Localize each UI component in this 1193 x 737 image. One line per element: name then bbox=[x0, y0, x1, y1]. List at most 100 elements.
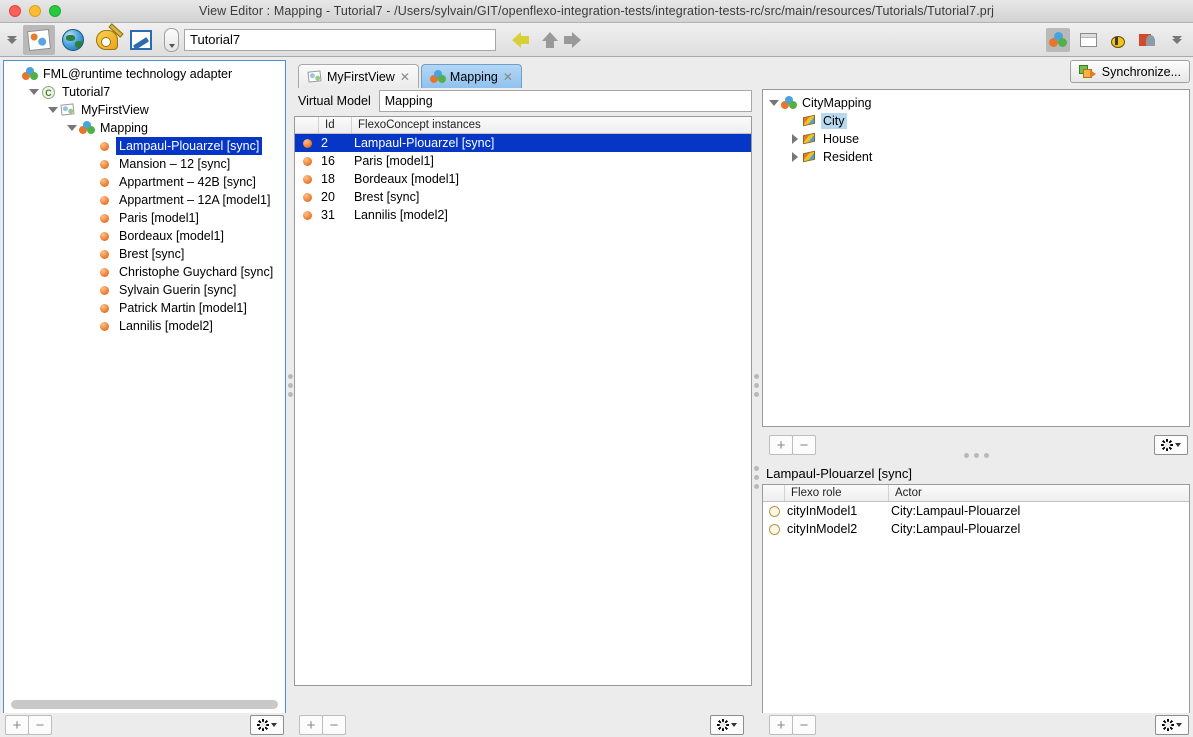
twisty-none-icon[interactable] bbox=[84, 319, 98, 333]
twisty-none-icon[interactable] bbox=[84, 229, 98, 243]
tree-node[interactable]: C Tutorial7 bbox=[8, 83, 285, 101]
table-row[interactable]: 20 Brest [sync] bbox=[295, 188, 751, 206]
twisty-none-icon[interactable] bbox=[8, 67, 22, 81]
tab-myfirstview[interactable]: MyFirstView ✕ bbox=[298, 64, 419, 88]
tree-node-label: Lampaul-Plouarzel [sync] bbox=[115, 137, 263, 155]
flexo-role-table[interactable]: Flexo role Actor cityInModel1 City:Lampau… bbox=[762, 484, 1190, 714]
rb-remove-button[interactable]: − bbox=[792, 715, 816, 735]
chevrons-down-icon-right[interactable] bbox=[1167, 27, 1187, 53]
virtual-model-field[interactable]: Mapping bbox=[378, 90, 752, 112]
twisty-none-icon[interactable] bbox=[84, 283, 98, 297]
twisty-down-icon[interactable] bbox=[65, 121, 79, 135]
rb-add-button[interactable]: + bbox=[769, 715, 793, 735]
table-row[interactable]: 18 Bordeaux [model1] bbox=[295, 170, 751, 188]
rb-settings-button[interactable] bbox=[1155, 715, 1189, 735]
twisty-right-icon[interactable] bbox=[788, 132, 802, 146]
chevrons-down-icon[interactable] bbox=[2, 27, 22, 53]
palette-icon[interactable] bbox=[91, 25, 123, 55]
table-row[interactable]: 2 Lampaul-Plouarzel [sync] bbox=[295, 134, 751, 152]
twisty-none-icon[interactable] bbox=[84, 211, 98, 225]
twisty-none-icon[interactable] bbox=[84, 193, 98, 207]
tree-node[interactable]: Lampaul-Plouarzel [sync] bbox=[8, 137, 285, 155]
tree-node[interactable]: Brest [sync] bbox=[8, 245, 285, 263]
column-header-id[interactable]: Id bbox=[319, 117, 352, 133]
diagram-icon[interactable] bbox=[125, 25, 157, 55]
main-content: FML@runtime technology adapter C Tutorial7… bbox=[0, 57, 1193, 737]
column-header-actor[interactable]: Actor bbox=[889, 485, 1189, 501]
tree-node[interactable]: Resident bbox=[767, 148, 1189, 166]
center-add-button[interactable]: + bbox=[299, 715, 323, 735]
tree-node[interactable]: City bbox=[767, 112, 1189, 130]
twisty-none-icon[interactable] bbox=[788, 114, 802, 128]
table-row[interactable]: 31 Lannilis [model2] bbox=[295, 206, 751, 224]
left-settings-button[interactable] bbox=[250, 715, 284, 735]
tree-node[interactable]: Mapping bbox=[8, 119, 285, 137]
center-settings-button[interactable] bbox=[710, 715, 744, 735]
tree-node[interactable]: FML@runtime technology adapter bbox=[8, 65, 285, 83]
cell-id: 16 bbox=[321, 154, 335, 168]
twisty-none-icon[interactable] bbox=[84, 139, 98, 153]
table-row[interactable]: 16 Paris [model1] bbox=[295, 152, 751, 170]
tree-node-label: Resident bbox=[823, 150, 873, 164]
tree-node[interactable]: CityMapping bbox=[767, 94, 1189, 112]
twisty-down-icon[interactable] bbox=[767, 96, 781, 110]
toolbar-right-group bbox=[1045, 27, 1193, 53]
tab-close-icon[interactable]: ✕ bbox=[503, 70, 513, 84]
center-remove-button[interactable]: − bbox=[322, 715, 346, 735]
tree-node[interactable]: Sylvain Guerin [sync] bbox=[8, 281, 285, 299]
twisty-none-icon[interactable] bbox=[84, 301, 98, 315]
tree-node[interactable]: Bordeaux [model1] bbox=[8, 227, 285, 245]
bee-icon[interactable] bbox=[1106, 28, 1130, 52]
instance-icon bbox=[98, 319, 114, 333]
dropdown-icon[interactable] bbox=[164, 27, 179, 52]
tree-node[interactable]: Patrick Martin [model1] bbox=[8, 299, 285, 317]
twisty-none-icon[interactable] bbox=[84, 265, 98, 279]
tree-node-label: Mansion – 12 [sync] bbox=[119, 157, 231, 171]
role-table-row[interactable]: cityInModel1 City:Lampaul-Plouarzel bbox=[763, 502, 1189, 520]
column-header-instances[interactable]: FlexoConcept instances bbox=[352, 117, 751, 133]
twisty-down-icon[interactable] bbox=[27, 85, 41, 99]
left-remove-button[interactable]: − bbox=[28, 715, 52, 735]
view-editor-icon[interactable] bbox=[23, 24, 55, 55]
tree-node[interactable]: Appartment – 12A [model1] bbox=[8, 191, 285, 209]
chevron-down-icon bbox=[731, 723, 737, 727]
twisty-none-icon[interactable] bbox=[84, 247, 98, 261]
window-icon[interactable] bbox=[1076, 28, 1100, 52]
right-bottom-splitter[interactable] bbox=[752, 457, 761, 497]
tree-node[interactable]: Lannilis [model2] bbox=[8, 317, 285, 335]
globe-icon[interactable] bbox=[57, 25, 89, 55]
tree-node-label: Christophe Guychard [sync] bbox=[119, 265, 274, 279]
tree-node[interactable]: Mansion – 12 [sync] bbox=[8, 155, 285, 173]
citymapping-tree[interactable]: CityMapping City House Resident bbox=[763, 90, 1189, 166]
tab-close-icon[interactable]: ✕ bbox=[400, 70, 410, 84]
citymapping-tree-box[interactable]: CityMapping City House Resident bbox=[762, 89, 1190, 427]
tree-node[interactable]: Paris [model1] bbox=[8, 209, 285, 227]
twisty-none-icon[interactable] bbox=[84, 175, 98, 189]
tree-node[interactable]: Christophe Guychard [sync] bbox=[8, 263, 285, 281]
twisty-down-icon[interactable] bbox=[46, 103, 60, 117]
twisty-right-icon[interactable] bbox=[788, 150, 802, 164]
synchronize-button[interactable]: Synchronize... bbox=[1069, 60, 1190, 83]
right-splitter[interactable] bbox=[752, 57, 761, 714]
twisty-none-icon[interactable] bbox=[84, 157, 98, 171]
user-icon[interactable] bbox=[1136, 28, 1160, 52]
tree-node[interactable]: House bbox=[767, 130, 1189, 148]
left-tree-hscroll-thumb[interactable] bbox=[11, 700, 278, 709]
project-tree[interactable]: FML@runtime technology adapter C Tutorial7… bbox=[4, 61, 285, 335]
instance-icon bbox=[98, 265, 114, 279]
back-arrow-icon[interactable] bbox=[512, 31, 530, 48]
editor-tabs[interactable]: MyFirstView ✕ Mapping ✕ bbox=[294, 60, 752, 88]
fml-balls-icon[interactable] bbox=[1046, 27, 1070, 52]
left-add-button[interactable]: + bbox=[5, 715, 29, 735]
left-tree-hscrollbar[interactable] bbox=[5, 697, 284, 712]
flexoconcept-instances-table[interactable]: Id FlexoConcept instances 2 Lampaul-Ploua… bbox=[294, 116, 752, 686]
right-horizontal-splitter[interactable] bbox=[762, 451, 1190, 460]
column-header-flexo-role[interactable]: Flexo role bbox=[785, 485, 889, 501]
up-arrow-icon[interactable] bbox=[542, 31, 560, 48]
role-table-row[interactable]: cityInModel2 City:Lampaul-Plouarzel bbox=[763, 520, 1189, 538]
project-name-field[interactable]: Tutorial7 bbox=[184, 28, 496, 51]
tree-node[interactable]: MyFirstView bbox=[8, 101, 285, 119]
tree-node[interactable]: Appartment – 42B [sync] bbox=[8, 173, 285, 191]
tab-mapping[interactable]: Mapping ✕ bbox=[420, 64, 522, 88]
forward-arrow-icon[interactable] bbox=[564, 31, 590, 48]
